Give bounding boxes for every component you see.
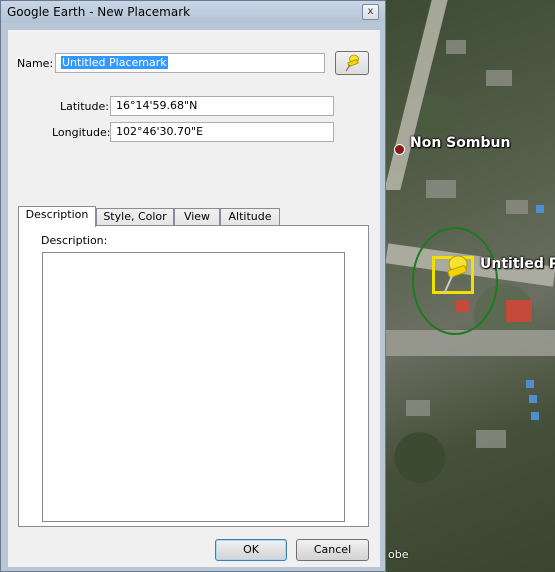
- tab-description[interactable]: Description: [18, 206, 96, 227]
- map-credit: obe: [388, 548, 409, 561]
- ok-button[interactable]: OK: [215, 539, 287, 561]
- map-building: [529, 395, 537, 403]
- place-label[interactable]: Non Sombun: [410, 135, 510, 151]
- placemark-icon-button[interactable]: [335, 51, 369, 75]
- map-building: [406, 400, 430, 416]
- longitude-input[interactable]: 102°46'30.70"E: [110, 122, 334, 142]
- map-building: [536, 205, 544, 213]
- name-input-value: Untitled Placemark: [61, 56, 168, 69]
- placemark-pushpin-icon[interactable]: [436, 250, 476, 300]
- place-marker-icon[interactable]: [394, 144, 405, 155]
- description-tab-panel: Description:: [18, 225, 369, 527]
- tab-altitude[interactable]: Altitude: [220, 208, 280, 226]
- longitude-label: Longitude:: [52, 126, 111, 139]
- window-title: Google Earth - New Placemark: [7, 5, 191, 19]
- new-placemark-dialog: Google Earth - New Placemark x Name: Unt…: [0, 0, 386, 572]
- tab-view[interactable]: View: [174, 208, 220, 226]
- title-bar[interactable]: Google Earth - New Placemark x: [1, 1, 385, 23]
- map-road: [386, 0, 448, 190]
- tab-style-color[interactable]: Style, Color: [96, 208, 174, 226]
- name-input[interactable]: Untitled Placemark: [55, 53, 325, 73]
- latitude-input[interactable]: 16°14'59.68"N: [110, 96, 334, 116]
- placemark-label[interactable]: Untitled P: [480, 256, 555, 272]
- map-view[interactable]: Non Sombun Untitled P obe: [386, 0, 555, 572]
- map-building: [476, 430, 506, 448]
- yellow-pushpin-icon: [345, 54, 359, 72]
- map-building: [506, 200, 528, 214]
- name-label: Name:: [17, 57, 54, 70]
- cancel-button[interactable]: Cancel: [296, 539, 369, 561]
- map-road: [386, 330, 555, 356]
- map-building: [486, 70, 512, 86]
- map-building: [526, 380, 534, 388]
- description-label: Description:: [41, 234, 108, 247]
- map-building: [506, 300, 532, 322]
- map-building: [426, 180, 456, 198]
- map-building: [531, 412, 539, 420]
- map-building: [446, 40, 466, 54]
- close-button[interactable]: x: [362, 4, 379, 20]
- latitude-label: Latitude:: [60, 100, 109, 113]
- description-textarea[interactable]: [42, 252, 345, 522]
- dialog-body: Name: Untitled Placemark Latitude: 16°14…: [8, 30, 380, 567]
